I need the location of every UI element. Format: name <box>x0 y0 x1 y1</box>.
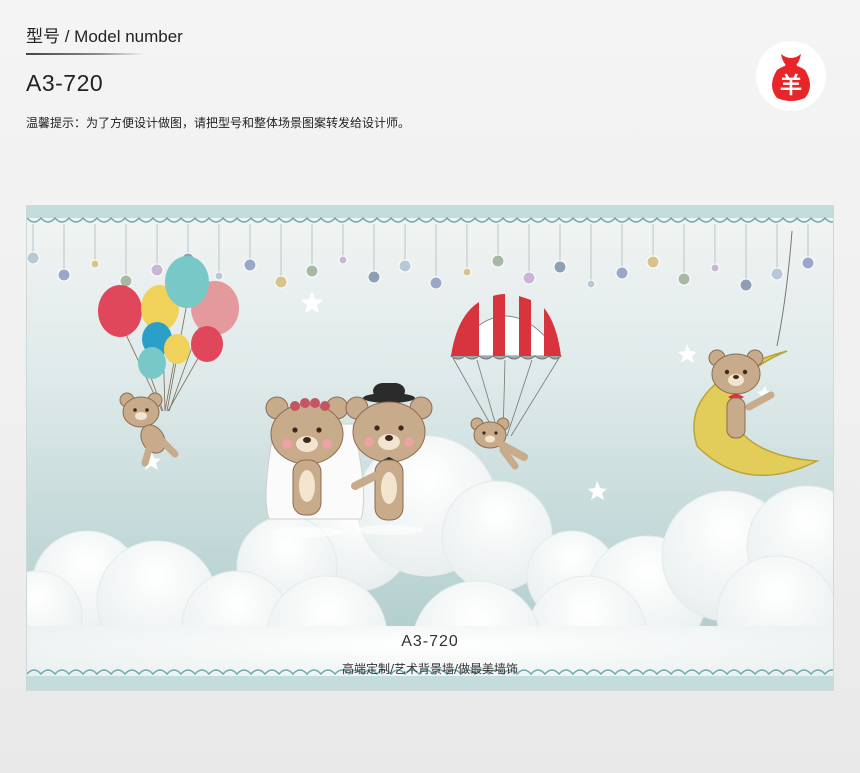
ornament-ball <box>586 279 596 289</box>
sheep-bag-logo-icon: 羊 <box>755 40 827 112</box>
ornament-ball <box>770 267 784 281</box>
ornament-ball <box>615 266 629 280</box>
watermark-slogan: 高端定制/艺术背景墙/做最美墙饰 <box>341 662 519 676</box>
ornament-ball <box>57 268 71 282</box>
ornament-ball <box>338 255 348 265</box>
ornament-ball <box>150 263 164 277</box>
ornament-ball <box>710 263 720 273</box>
ornament-ball <box>274 275 288 289</box>
ornament-ball <box>801 256 815 270</box>
model-number-label: 型号 / Model number <box>26 27 183 46</box>
ornament-ball <box>305 264 319 278</box>
logo-glyph: 羊 <box>780 73 802 99</box>
ornament-ball <box>429 276 443 290</box>
ornament-ball <box>677 272 691 286</box>
ornament-ball <box>553 260 567 274</box>
hint-text: 温馨提示：为了方便设计做图，请把型号和整体场景图案转发给设计师。 <box>26 116 411 130</box>
ornament-ball <box>462 267 472 277</box>
ornament-ball <box>367 270 381 284</box>
ornament-ball <box>739 278 753 292</box>
mural-artwork <box>26 205 834 691</box>
model-code: A3-720 <box>26 70 104 96</box>
ornament-ball <box>646 255 660 269</box>
header-divider <box>26 53 144 55</box>
ornament-ball <box>90 259 100 269</box>
ornament-ball <box>398 259 412 273</box>
watermark-model-code: A3-720 <box>401 633 459 650</box>
ornament-ball <box>214 271 224 281</box>
ornament-ball <box>491 254 505 268</box>
ornament-ball <box>522 271 536 285</box>
ornament-ball <box>27 251 40 265</box>
ornament-ball <box>243 258 257 272</box>
